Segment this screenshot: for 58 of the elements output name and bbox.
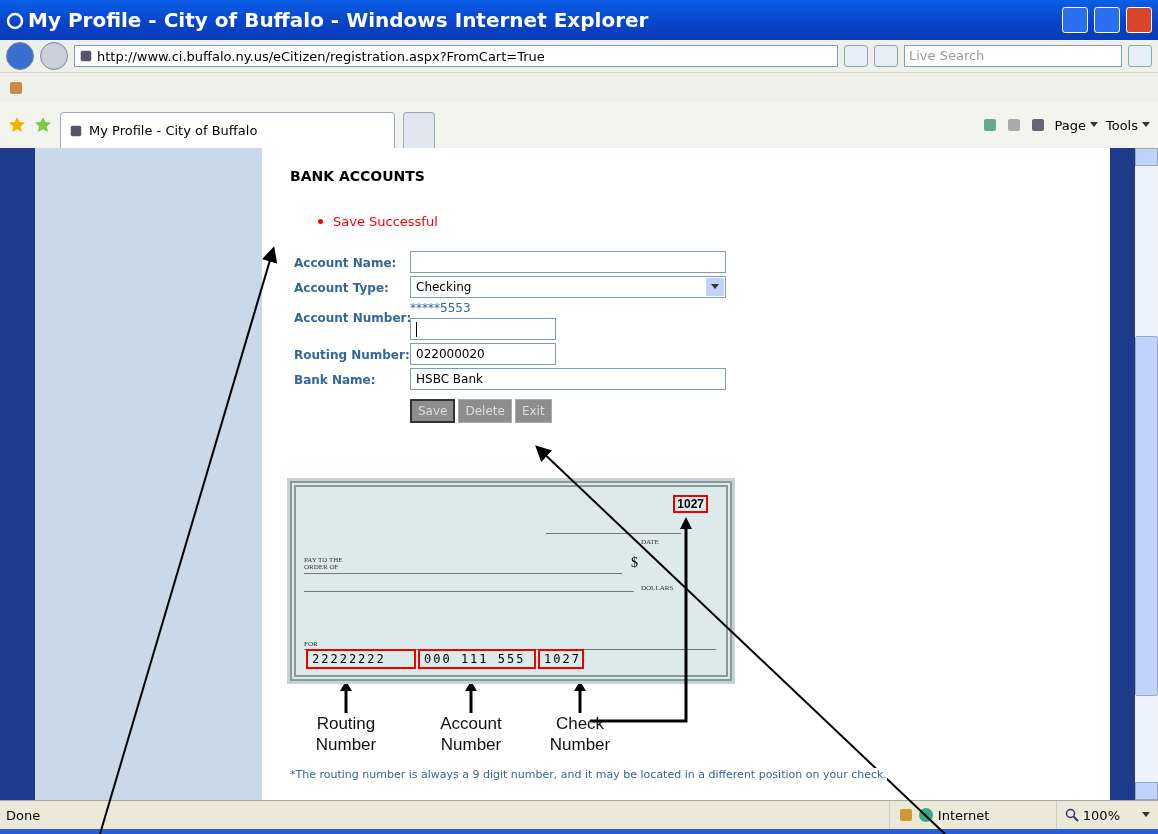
zoom-control[interactable]: 100%	[1082, 807, 1120, 823]
back-button[interactable]	[6, 42, 34, 70]
caret-down-icon	[1089, 122, 1098, 128]
search-button[interactable]	[1128, 45, 1152, 67]
close-button[interactable]	[1126, 7, 1152, 33]
globe-icon	[917, 807, 934, 823]
toolbar-icon	[8, 79, 24, 96]
micr-number: 22222222	[306, 649, 416, 669]
minimize-button[interactable]	[1062, 7, 1088, 33]
chevron-down-icon	[711, 284, 719, 290]
micr-number: 1027	[538, 649, 584, 669]
page-icon	[69, 123, 83, 138]
address-field[interactable]: http://www.ci.buffalo.ny.us/eCitizen/registration.aspx?FromCart=True	[74, 45, 838, 67]
scrollbar-thumb[interactable]	[1135, 336, 1158, 696]
status-text: Done	[6, 807, 42, 823]
browser-tab[interactable]: My Profile - City of Buffalo	[60, 112, 395, 148]
input-field[interactable]: HSBC Bank	[410, 368, 726, 390]
zone-text: Internet	[937, 807, 991, 823]
micr-number: 000 111 555	[418, 649, 536, 669]
feed-icon	[1006, 117, 1023, 133]
command-menu[interactable]: Page	[1054, 117, 1098, 133]
add-favorite-icon[interactable]	[34, 116, 52, 134]
new-tab-button[interactable]	[403, 112, 435, 148]
page-heading: BANK ACCOUNTS	[290, 168, 426, 184]
command-menu[interactable]: Tools	[1105, 117, 1150, 133]
forward-button[interactable]	[40, 42, 68, 70]
check-number: 1027	[673, 495, 708, 513]
window-title: My Profile - City of Buffalo - Windows Internet Explorer	[28, 8, 650, 32]
scroll-up-button[interactable]	[1135, 148, 1158, 166]
arrow-icon	[465, 681, 477, 713]
bullet-icon	[318, 219, 323, 224]
input-field[interactable]	[410, 251, 726, 273]
input-field[interactable]	[410, 318, 556, 340]
caret-down-icon	[1142, 812, 1150, 818]
input-field[interactable]: 022000020	[410, 343, 556, 365]
status-message: Save Successful	[333, 214, 438, 229]
caret-down-icon	[1142, 122, 1150, 128]
arrow-icon	[574, 681, 586, 713]
home-icon	[982, 117, 999, 133]
check-caption: Account Number	[439, 713, 503, 756]
star-icon[interactable]	[8, 116, 26, 134]
select-field[interactable]: Checking	[410, 276, 726, 298]
field-label: Account Name:	[294, 255, 398, 270]
page-icon	[79, 49, 93, 63]
maximize-button[interactable]	[1094, 7, 1120, 33]
footnote: *The routing number is always a 9 digit number, and it may be located in a different position on your check.	[290, 767, 887, 781]
arrow-icon	[340, 681, 352, 713]
refresh-button[interactable]	[844, 45, 868, 67]
check-caption: Routing Number	[314, 713, 378, 756]
field-label: Bank Name:	[294, 372, 377, 387]
magnifier-icon	[1064, 808, 1079, 822]
masked-account-number: *****5553	[410, 301, 472, 315]
browser-logo-icon	[6, 10, 24, 30]
print-icon	[1030, 117, 1047, 133]
scroll-down-button[interactable]	[1135, 782, 1158, 800]
field-label: Account Type:	[294, 280, 390, 295]
security-icon	[897, 807, 914, 823]
stop-button[interactable]	[874, 45, 898, 67]
